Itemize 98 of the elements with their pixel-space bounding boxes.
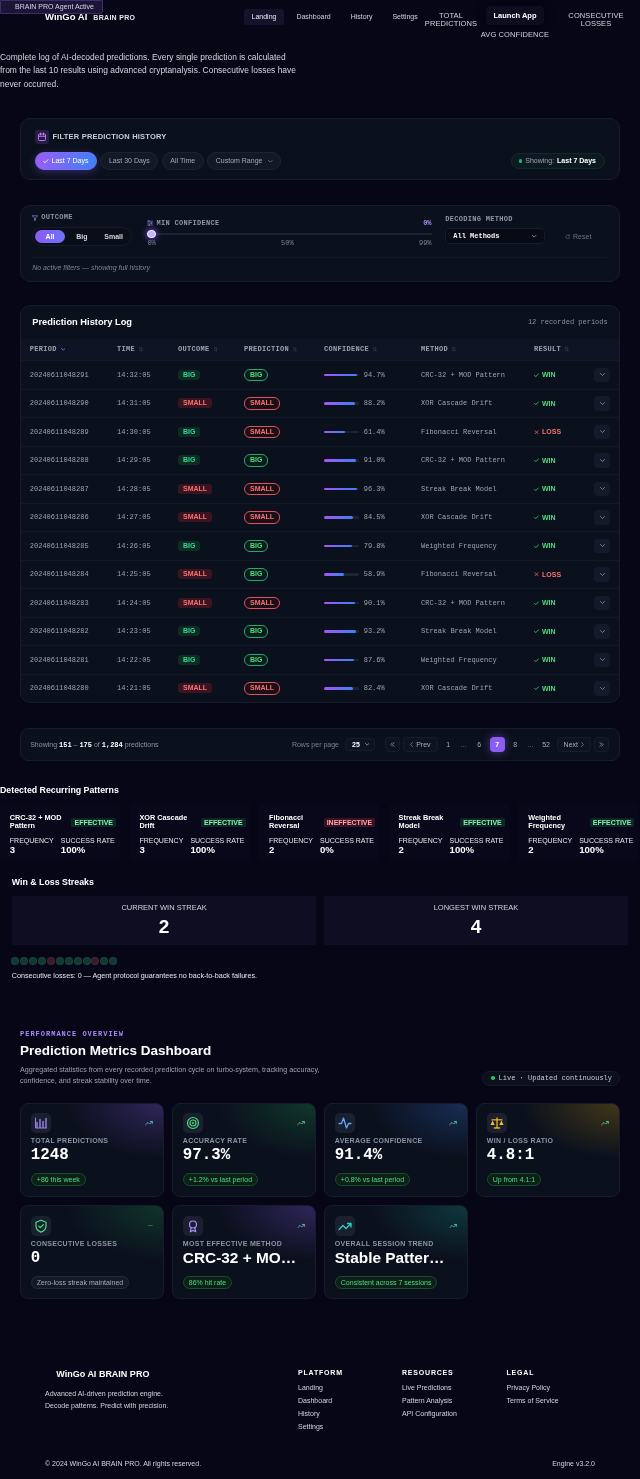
cross-icon bbox=[534, 572, 539, 577]
expand-row-button[interactable] bbox=[594, 481, 610, 497]
expand-row-button[interactable] bbox=[594, 396, 610, 411]
metric-value: 1248 bbox=[30, 1147, 69, 1164]
check-icon bbox=[43, 158, 49, 164]
table-title: Prediction History Log bbox=[32, 317, 132, 328]
shield-check-icon bbox=[30, 1215, 51, 1236]
success-rate-value: 0% bbox=[320, 844, 334, 855]
success-rate-value: 100% bbox=[449, 844, 475, 855]
dashboard-title: Prediction Metrics Dashboard bbox=[20, 1043, 212, 1058]
check-icon bbox=[534, 515, 539, 520]
section-title: Win & Loss Streaks bbox=[10, 876, 95, 888]
refresh-icon bbox=[564, 234, 571, 240]
confidence-bar bbox=[324, 630, 359, 633]
check-icon bbox=[534, 372, 539, 378]
chevron-down-icon bbox=[599, 686, 605, 690]
confidence-bar bbox=[324, 573, 359, 576]
logo-wordmark: WinGo AI bbox=[45, 11, 88, 23]
double-chevron-right-icon bbox=[599, 742, 604, 748]
confidence-bar bbox=[324, 430, 359, 434]
expand-row-button[interactable] bbox=[594, 453, 610, 468]
chevron-down-icon bbox=[599, 544, 605, 548]
status-dot-icon bbox=[491, 1076, 495, 1080]
confidence-bar bbox=[324, 487, 359, 491]
footer-brand: WinGo AI BRAIN PRO bbox=[56, 1368, 150, 1380]
chevron-down-icon bbox=[532, 235, 537, 238]
check-icon bbox=[534, 686, 539, 691]
expand-row-button[interactable] bbox=[594, 538, 610, 554]
metric-value: CRC-32 + MO… bbox=[182, 1250, 297, 1267]
confidence-bar bbox=[324, 516, 359, 519]
chevron-down-icon bbox=[599, 601, 605, 605]
check-icon bbox=[534, 600, 539, 606]
chevron-left-icon bbox=[410, 742, 414, 748]
check-icon bbox=[534, 543, 539, 549]
expand-row-button[interactable] bbox=[594, 510, 610, 525]
streak-value: 2 bbox=[158, 917, 170, 937]
check-icon bbox=[534, 486, 539, 492]
frequency-value: 2 bbox=[269, 844, 275, 855]
confidence-bar bbox=[324, 601, 359, 605]
expand-row-button[interactable] bbox=[594, 595, 610, 611]
sliders-icon bbox=[147, 220, 154, 227]
funnel-icon bbox=[32, 214, 39, 221]
metric-value: 4.8:1 bbox=[486, 1147, 535, 1164]
cross-icon bbox=[534, 429, 539, 435]
chevron-right-icon bbox=[581, 742, 584, 748]
frequency-value: 3 bbox=[139, 844, 145, 855]
success-rate-value: 100% bbox=[579, 844, 604, 855]
calendar-icon bbox=[34, 129, 49, 144]
frequency-value: 2 bbox=[528, 844, 534, 855]
check-icon bbox=[534, 401, 539, 406]
trend-up-icon bbox=[334, 1215, 355, 1236]
success-rate-value: 100% bbox=[60, 844, 86, 855]
expand-row-button[interactable] bbox=[594, 367, 610, 383]
chevron-down-icon bbox=[599, 487, 605, 491]
double-chevron-left-icon bbox=[390, 742, 396, 748]
chevron-down-icon bbox=[599, 629, 605, 633]
expand-row-button[interactable] bbox=[594, 652, 610, 668]
chevron-down-icon bbox=[599, 430, 605, 434]
success-rate-value: 100% bbox=[190, 844, 215, 855]
expand-row-button[interactable] bbox=[594, 424, 610, 440]
chevron-down-icon bbox=[599, 515, 605, 519]
expand-row-button[interactable] bbox=[594, 681, 610, 696]
confidence-bar bbox=[324, 658, 359, 662]
chevron-down-icon bbox=[599, 373, 605, 377]
frequency-value: 2 bbox=[398, 844, 404, 855]
expand-row-button[interactable] bbox=[594, 567, 610, 582]
chevron-down-icon bbox=[599, 658, 605, 662]
streak-value: 4 bbox=[470, 917, 482, 937]
slider-thumb[interactable] bbox=[147, 229, 156, 238]
metric-value: 0 bbox=[30, 1250, 41, 1267]
intro-text: Complete log of AI-decoded predictions. Every single prediction is calculated from the last 10 results using advanced cryptanalysis. Consecutive losses have never occurred. bbox=[0, 50, 297, 91]
confidence-bar bbox=[324, 544, 359, 548]
expand-row-button[interactable] bbox=[594, 624, 610, 639]
last-page-button[interactable] bbox=[594, 737, 609, 753]
scales-icon bbox=[486, 1112, 507, 1133]
confidence-bar bbox=[324, 687, 359, 690]
target-icon bbox=[182, 1112, 203, 1133]
chevron-down-icon bbox=[599, 458, 605, 462]
award-icon bbox=[182, 1215, 203, 1236]
chevron-down-icon bbox=[599, 572, 605, 576]
metric-value: Stable Patter… bbox=[334, 1250, 445, 1267]
chevron-down-icon bbox=[268, 159, 273, 163]
bar-chart-icon bbox=[30, 1112, 51, 1133]
confidence-bar bbox=[324, 402, 359, 405]
confidence-bar bbox=[324, 459, 359, 462]
metric-value: 97.3% bbox=[182, 1147, 231, 1164]
status-dot-icon bbox=[518, 159, 523, 163]
chevron-down-icon bbox=[364, 743, 370, 746]
pulse-icon bbox=[334, 1112, 355, 1133]
first-page-button[interactable] bbox=[385, 737, 401, 753]
chevron-down-icon bbox=[599, 401, 605, 405]
check-icon bbox=[534, 657, 539, 663]
frequency-value: 3 bbox=[9, 844, 16, 855]
confidence-bar bbox=[324, 373, 359, 377]
metric-value: 91.4% bbox=[334, 1147, 383, 1164]
check-icon bbox=[534, 458, 539, 463]
section-title: Detected Recurring Patterns bbox=[0, 784, 120, 796]
check-icon bbox=[534, 629, 539, 634]
